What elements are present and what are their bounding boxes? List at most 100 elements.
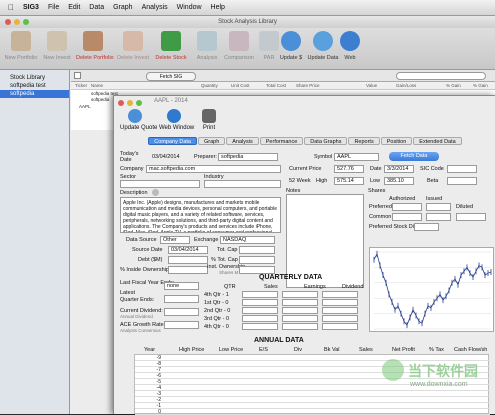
menu-file[interactable]: File bbox=[48, 4, 59, 11]
fiscal-year-field[interactable]: none bbox=[164, 282, 199, 290]
detail-zoom-icon[interactable] bbox=[136, 100, 142, 106]
quarterly-cell[interactable] bbox=[242, 307, 278, 314]
preferred-authorized-field[interactable] bbox=[392, 203, 422, 211]
new-portfolio-button[interactable]: New Portfolio bbox=[4, 31, 38, 61]
tab-performance[interactable]: Performance bbox=[259, 137, 304, 145]
company-field[interactable]: mac.softpedia.com bbox=[146, 165, 281, 173]
analysis-button[interactable]: Analysis bbox=[190, 31, 224, 61]
date-field[interactable]: 3/3/2014 bbox=[384, 165, 414, 173]
exchange-select[interactable]: NASDAQ bbox=[220, 236, 275, 244]
quarterly-cell[interactable] bbox=[242, 299, 278, 306]
common-issued-field[interactable] bbox=[426, 213, 451, 221]
comparison-button[interactable]: Comparison bbox=[222, 31, 256, 61]
search-input[interactable] bbox=[396, 72, 486, 80]
preferred-issued-field[interactable] bbox=[426, 203, 451, 211]
description-field[interactable]: Apple Inc. (Apple) designs, manufactures… bbox=[120, 197, 281, 233]
pct-inside-field[interactable] bbox=[168, 266, 208, 274]
pct-tot-cap-field[interactable] bbox=[239, 256, 275, 264]
menu-help[interactable]: Help bbox=[211, 4, 225, 11]
high-field[interactable]: 575.14 bbox=[334, 177, 364, 185]
quarterly-cell[interactable] bbox=[242, 323, 278, 330]
quarterly-cell[interactable] bbox=[242, 315, 278, 322]
industry-field[interactable] bbox=[204, 180, 281, 188]
column-ticker[interactable]: Ticker bbox=[75, 83, 87, 88]
common-authorized-field[interactable] bbox=[392, 213, 422, 221]
column-total-cost[interactable]: Total Cost bbox=[266, 83, 286, 88]
delete-stock-button[interactable]: Delete Stock bbox=[154, 31, 188, 61]
column-quantity[interactable]: Quantity bbox=[201, 83, 218, 88]
detail-close-icon[interactable] bbox=[118, 100, 124, 106]
description-expand-icon[interactable] bbox=[152, 189, 159, 196]
menu-data[interactable]: Data bbox=[89, 4, 104, 11]
tab-graph[interactable]: Graph bbox=[197, 137, 226, 145]
column-unit-cost[interactable]: Unit Cost bbox=[231, 83, 250, 88]
quarterly-cell[interactable] bbox=[282, 307, 318, 314]
delete-invest-button[interactable]: Delete Invest bbox=[116, 31, 150, 61]
update-price-button[interactable]: Update $ bbox=[274, 31, 308, 61]
apple-menu-icon[interactable]:  bbox=[8, 3, 14, 12]
tab-position[interactable]: Position bbox=[380, 137, 413, 145]
column-value[interactable]: Value bbox=[366, 83, 377, 88]
menu-analysis[interactable]: Analysis bbox=[142, 4, 168, 11]
quarterly-cell[interactable] bbox=[322, 323, 358, 330]
common-diluted-field[interactable] bbox=[456, 213, 486, 221]
ace-growth-field[interactable] bbox=[164, 321, 199, 329]
source-date-field[interactable]: 03/04/2014 bbox=[168, 246, 208, 254]
menu-window[interactable]: Window bbox=[177, 4, 202, 11]
web-window-button[interactable]: Web Window bbox=[159, 109, 194, 131]
current-price-field[interactable]: 527.76 bbox=[334, 165, 364, 173]
quarter-ends-field[interactable] bbox=[164, 295, 199, 303]
fetch-sig-button[interactable]: Fetch SIG bbox=[146, 72, 196, 81]
column-pct-gain-2[interactable]: % Gain bbox=[473, 83, 488, 88]
tab-company-data[interactable]: Company Data bbox=[148, 137, 197, 145]
preparer-field[interactable]: softpedia bbox=[218, 153, 278, 161]
sidebar-item-softpedia[interactable]: softpedia bbox=[0, 90, 69, 98]
shares-label: Shares bbox=[368, 188, 386, 194]
tab-analysis[interactable]: Analysis bbox=[226, 137, 259, 145]
column-name[interactable]: Name bbox=[91, 83, 103, 88]
quarterly-cell[interactable] bbox=[282, 299, 318, 306]
quarterly-cell[interactable] bbox=[242, 291, 278, 298]
quarterly-cell[interactable] bbox=[282, 323, 318, 330]
quarterly-cell[interactable] bbox=[322, 291, 358, 298]
sector-field[interactable] bbox=[120, 180, 200, 188]
debt-field[interactable] bbox=[168, 256, 208, 264]
update-quote-button[interactable]: Update Quote bbox=[120, 109, 157, 131]
beta-field[interactable] bbox=[447, 177, 477, 185]
fetch-data-button[interactable]: Fetch Data bbox=[389, 152, 439, 161]
current-price-label: Current Price bbox=[289, 166, 322, 172]
sidebar-item-stock-library[interactable]: Stock Library bbox=[0, 74, 69, 82]
data-source-select[interactable]: Other bbox=[160, 236, 190, 244]
menu-graph[interactable]: Graph bbox=[113, 4, 132, 11]
menu-edit[interactable]: Edit bbox=[68, 4, 80, 11]
select-all-checkbox[interactable] bbox=[74, 72, 81, 79]
web-button[interactable]: Web bbox=[333, 31, 367, 61]
current-dividend-field[interactable] bbox=[164, 308, 199, 316]
sidebar-item-softpedia-test[interactable]: softpedia test bbox=[0, 82, 69, 90]
inst-ownership-field[interactable] bbox=[239, 266, 275, 274]
zoom-icon[interactable] bbox=[23, 19, 29, 25]
sic-code-field[interactable] bbox=[447, 165, 477, 173]
detail-minimize-icon[interactable] bbox=[127, 100, 133, 106]
print-button[interactable]: Print bbox=[194, 109, 224, 131]
symbol-field[interactable]: AAPL bbox=[334, 153, 379, 161]
low-field[interactable]: 385.10 bbox=[384, 177, 414, 185]
tab-data-graphs[interactable]: Data Graphs bbox=[304, 137, 348, 145]
quarterly-cell[interactable] bbox=[282, 291, 318, 298]
quarterly-cell[interactable] bbox=[322, 307, 358, 314]
menu-app[interactable]: SIG3 bbox=[23, 4, 39, 11]
tab-reports[interactable]: Reports bbox=[348, 137, 380, 145]
close-icon[interactable] bbox=[5, 19, 11, 25]
tot-cap-field[interactable] bbox=[239, 246, 275, 254]
minimize-icon[interactable] bbox=[14, 19, 20, 25]
column-pct-gain[interactable]: % Gain bbox=[446, 83, 461, 88]
delete-portfolio-button[interactable]: Delete Portfolio bbox=[76, 31, 114, 61]
quarterly-cell[interactable] bbox=[282, 315, 318, 322]
quarterly-cell[interactable] bbox=[322, 315, 358, 322]
tab-extended-data[interactable]: Extended Data bbox=[413, 137, 462, 145]
column-share-price[interactable]: Share Price bbox=[296, 83, 320, 88]
column-gain-loss[interactable]: Gain/Loss bbox=[396, 83, 416, 88]
new-invest-button[interactable]: New Invest bbox=[40, 31, 74, 61]
quarterly-cell[interactable] bbox=[322, 299, 358, 306]
preferred-stock-div-field[interactable] bbox=[414, 223, 439, 231]
